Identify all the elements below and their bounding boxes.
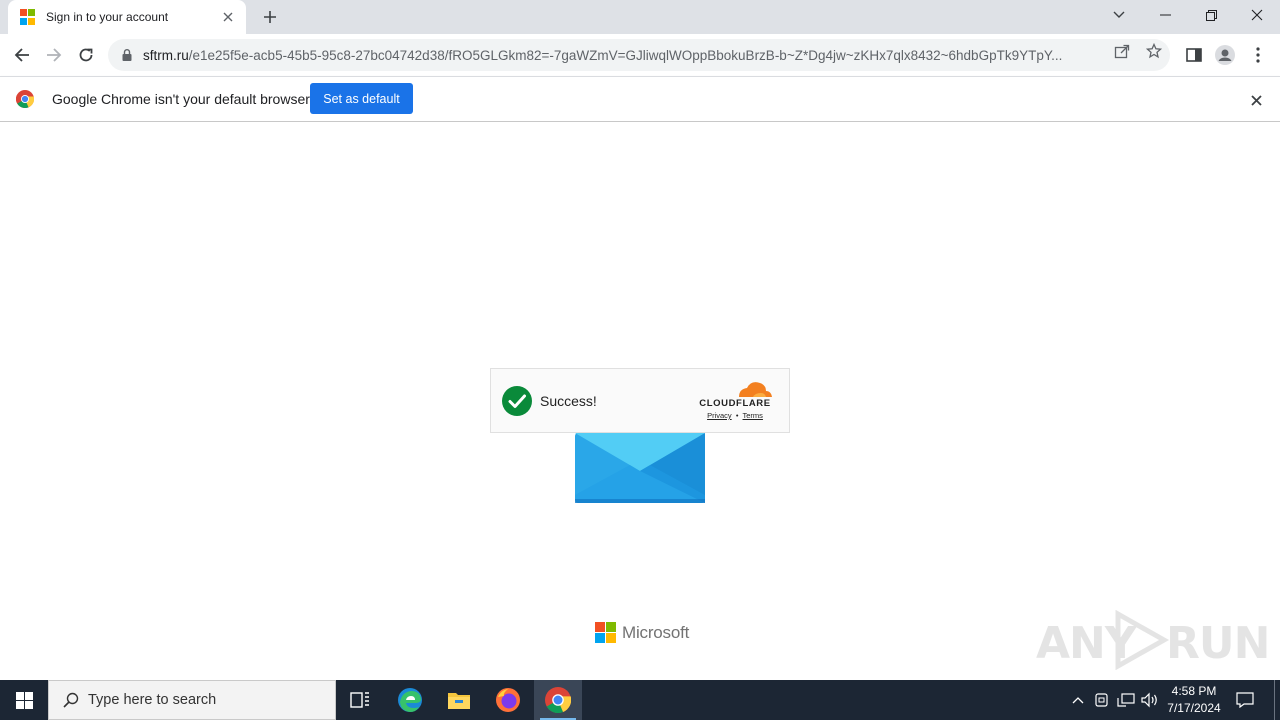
url-host: sftrm.ru bbox=[143, 47, 189, 63]
microsoft-logo: Microsoft bbox=[595, 622, 689, 643]
kebab-menu-icon[interactable] bbox=[1248, 45, 1268, 65]
terms-link[interactable]: Terms bbox=[743, 411, 763, 420]
url-text: sftrm.ru/e1e25f5e-acb5-45b5-95c8-27bc047… bbox=[143, 48, 1103, 63]
task-view-icon bbox=[350, 692, 369, 708]
share-icon[interactable] bbox=[1113, 42, 1131, 60]
chrome-app-button[interactable] bbox=[534, 680, 582, 720]
tab-title: Sign in to your account bbox=[46, 10, 169, 24]
clock-time: 4:58 PM bbox=[1171, 684, 1217, 698]
checkmark-icon bbox=[502, 386, 532, 416]
folder-icon bbox=[448, 693, 470, 709]
windows-logo-icon bbox=[15, 691, 33, 709]
microsoft-squares-icon bbox=[595, 622, 616, 643]
firefox-icon bbox=[496, 688, 520, 712]
edge-icon bbox=[398, 688, 422, 712]
windows-taskbar: Type here to search 4:58 PM 7/17/2024 bbox=[0, 680, 1280, 720]
anyrun-watermark: ANY RUN bbox=[1036, 606, 1270, 672]
captcha-links: Privacy • Terms bbox=[695, 411, 775, 420]
back-button[interactable] bbox=[8, 41, 36, 69]
search-placeholder: Type here to search bbox=[88, 692, 217, 708]
start-button[interactable] bbox=[0, 680, 48, 720]
page-content: Success! CLOUDFLARE Privacy • Terms Micr… bbox=[0, 122, 1280, 680]
notification-icon[interactable] bbox=[1234, 690, 1256, 710]
close-window-button[interactable] bbox=[1234, 0, 1280, 30]
reload-button[interactable] bbox=[72, 41, 100, 69]
address-bar[interactable]: sftrm.ru/e1e25f5e-acb5-45b5-95c8-27bc047… bbox=[108, 39, 1170, 71]
browser-tab[interactable]: Sign in to your account bbox=[8, 0, 246, 34]
default-browser-infobar: Google Chrome isn't your default browser… bbox=[0, 76, 1280, 122]
side-panel-icon[interactable] bbox=[1184, 45, 1204, 65]
search-icon bbox=[62, 691, 80, 709]
profile-icon[interactable] bbox=[1215, 45, 1235, 65]
close-icon[interactable] bbox=[1247, 91, 1265, 109]
chrome-logo-icon bbox=[16, 90, 34, 108]
volume-icon[interactable] bbox=[1141, 691, 1159, 709]
link-separator: • bbox=[735, 411, 739, 420]
envelope-icon bbox=[575, 433, 705, 503]
tab-close-icon[interactable] bbox=[220, 9, 236, 25]
arrow-right-icon bbox=[47, 48, 62, 62]
cloudflare-captcha-widget: Success! CLOUDFLARE Privacy • Terms bbox=[490, 368, 790, 433]
url-path: /e1e25f5e-acb5-45b5-95c8-27bc04742d38/fR… bbox=[188, 47, 1063, 63]
reload-icon bbox=[79, 48, 93, 62]
microsoft-favicon-icon bbox=[20, 9, 36, 25]
file-explorer-button[interactable] bbox=[435, 680, 483, 720]
forward-button[interactable] bbox=[40, 41, 68, 69]
watermark-text-right: RUN bbox=[1166, 618, 1270, 669]
taskbar-search-box[interactable]: Type here to search bbox=[48, 680, 336, 720]
taskbar-clock[interactable]: 4:58 PM 7/17/2024 bbox=[1160, 683, 1228, 717]
minimize-button[interactable] bbox=[1142, 0, 1188, 30]
chevron-up-icon[interactable] bbox=[1069, 691, 1087, 709]
privacy-link[interactable]: Privacy bbox=[707, 411, 732, 420]
meet-now-icon[interactable] bbox=[1093, 691, 1111, 709]
chrome-icon bbox=[545, 687, 571, 713]
network-icon[interactable] bbox=[1117, 691, 1135, 709]
edge-app-button[interactable] bbox=[386, 680, 434, 720]
arrow-left-icon bbox=[14, 48, 29, 62]
microsoft-wordmark: Microsoft bbox=[622, 622, 690, 642]
star-icon[interactable] bbox=[1145, 42, 1163, 60]
tab-search-icon[interactable] bbox=[1096, 0, 1142, 30]
firefox-app-button[interactable] bbox=[484, 680, 532, 720]
browser-toolbar: sftrm.ru/e1e25f5e-acb5-45b5-95c8-27bc047… bbox=[0, 34, 1280, 76]
cloudflare-wordmark: CLOUDFLARE bbox=[699, 398, 771, 409]
lock-icon[interactable] bbox=[120, 48, 134, 62]
play-triangle-icon bbox=[1115, 610, 1170, 670]
set-as-default-button[interactable]: Set as default bbox=[310, 83, 413, 114]
captcha-status: Success! bbox=[540, 393, 597, 409]
task-view-button[interactable] bbox=[336, 680, 384, 720]
restore-button[interactable] bbox=[1188, 0, 1234, 30]
show-desktop-button[interactable] bbox=[1274, 680, 1275, 720]
new-tab-button[interactable] bbox=[258, 5, 282, 29]
infobar-message: Google Chrome isn't your default browser bbox=[52, 91, 310, 107]
tab-strip: Sign in to your account bbox=[0, 0, 1280, 34]
clock-date: 7/17/2024 bbox=[1167, 701, 1221, 715]
